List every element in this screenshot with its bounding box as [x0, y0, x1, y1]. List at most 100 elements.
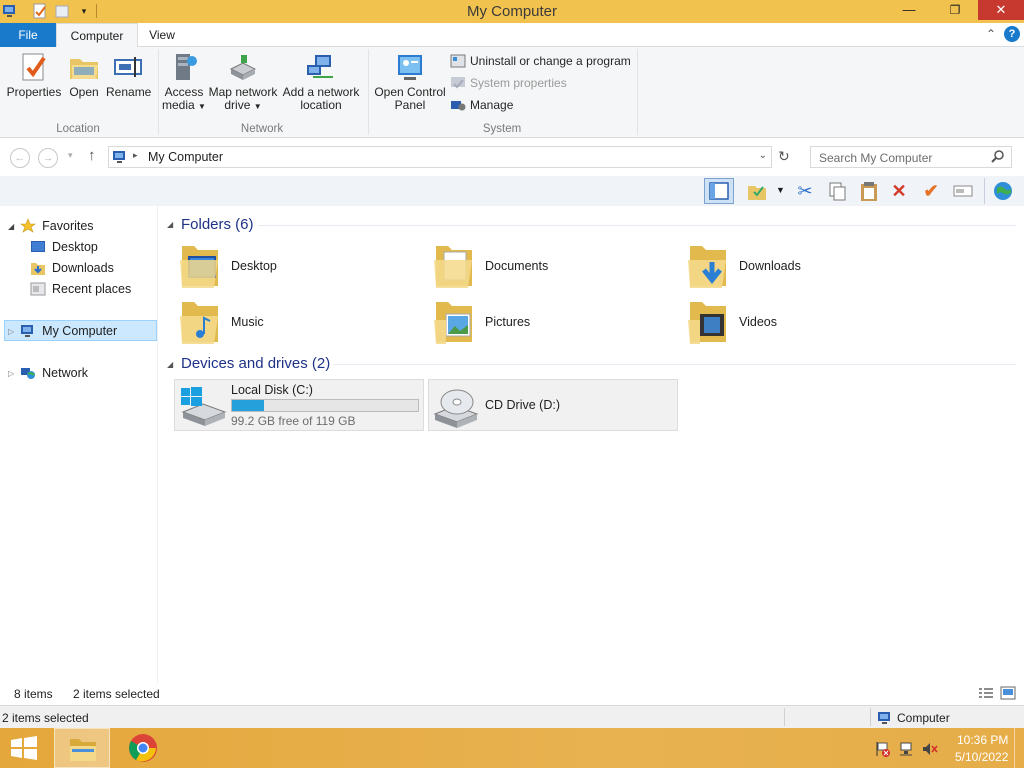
computer-icon — [877, 710, 893, 726]
system-properties-button[interactable]: System properties — [450, 75, 567, 91]
restore-button[interactable]: ❐ — [932, 0, 978, 20]
network-label: Network — [42, 366, 88, 380]
rename-toolbar-icon[interactable] — [952, 180, 974, 202]
search-input[interactable]: Search My Computer — [819, 151, 932, 165]
up-button[interactable]: ↑ — [88, 147, 96, 164]
network-group-label: Network — [240, 123, 284, 135]
access-media-label-2-row: media ▼ — [162, 99, 206, 113]
paste-icon[interactable] — [858, 180, 880, 202]
folder-downloads[interactable]: Downloads — [684, 240, 924, 290]
check-icon[interactable]: ✔ — [920, 180, 942, 202]
open-button[interactable]: Open — [64, 51, 104, 99]
start-button[interactable] — [10, 736, 38, 760]
show-desktop-button[interactable] — [1014, 728, 1024, 768]
network-status-icon[interactable] — [898, 741, 914, 757]
title-bar: ▾ My Computer — ❐ ✕ — [0, 0, 1024, 23]
tab-view[interactable]: View — [138, 23, 186, 47]
toolbar-dropdown-icon[interactable]: ▼ — [776, 185, 785, 195]
breadcrumb-chevron-icon[interactable]: ▸ — [133, 150, 138, 161]
access-media-button[interactable]: Access media ▼ — [162, 51, 206, 113]
forward-button[interactable]: → — [38, 148, 58, 168]
tab-file[interactable]: File — [0, 23, 56, 47]
ribbon-separator — [637, 49, 638, 135]
tab-computer[interactable]: Computer — [56, 23, 138, 48]
address-box[interactable]: ▸ My Computer ⌄ — [108, 146, 772, 168]
copy-icon[interactable] — [826, 180, 848, 202]
properties-button[interactable]: Properties — [6, 51, 62, 99]
taskbar-file-explorer[interactable] — [54, 728, 110, 768]
taskbar-chrome[interactable] — [128, 733, 158, 763]
recent-places-icon — [30, 281, 46, 297]
drive-name: CD Drive (D:) — [485, 398, 560, 412]
status-zone-label: Computer — [897, 711, 950, 725]
add-network-location-button[interactable]: Add a network location — [281, 51, 361, 112]
folders-group-header[interactable]: Folders (6) — [181, 216, 254, 233]
large-icons-view-icon[interactable] — [1000, 686, 1016, 700]
delete-icon[interactable]: ✕ — [888, 180, 910, 202]
refresh-icon[interactable]: ↻ — [778, 148, 790, 165]
pane-splitter[interactable] — [157, 206, 158, 683]
folder-music[interactable]: Music — [176, 296, 416, 346]
nav-my-computer[interactable]: ▷ My Computer — [8, 323, 117, 339]
globe-icon[interactable] — [992, 180, 1014, 202]
computer-icon — [20, 323, 36, 339]
rename-button[interactable]: Rename — [106, 51, 152, 99]
manage-label: Manage — [470, 98, 514, 112]
properties-icon — [18, 51, 50, 83]
manage-button[interactable]: Manage — [450, 97, 513, 113]
uninstall-program-button[interactable]: Uninstall or change a program — [450, 53, 631, 69]
minimize-button[interactable]: — — [886, 0, 932, 20]
properties-label: Properties — [6, 85, 62, 99]
media-server-icon — [168, 51, 200, 83]
folder-documents[interactable]: Documents — [430, 240, 670, 290]
expand-arrow-icon[interactable]: ▷ — [8, 369, 14, 378]
open-folder-icon — [68, 51, 100, 83]
address-dropdown-icon[interactable]: ⌄ — [759, 150, 767, 161]
drive-free-space: 99.2 GB free of 119 GB — [231, 414, 356, 428]
desktop-folder-icon — [180, 246, 218, 288]
expand-arrow-icon[interactable]: ◢ — [8, 222, 14, 231]
control-panel-icon — [394, 51, 426, 83]
action-center-flag-icon[interactable] — [874, 741, 890, 757]
details-view-icon[interactable] — [978, 686, 994, 700]
access-media-label-2: media — [162, 98, 195, 112]
back-button[interactable]: ← — [10, 148, 30, 168]
volume-muted-icon[interactable] — [921, 741, 939, 757]
recent-locations-icon[interactable]: ▾ — [68, 150, 73, 161]
map-network-drive-button[interactable]: Map network drive ▼ — [208, 51, 278, 113]
ribbon: Properties Open Rename Location Access m… — [0, 47, 1024, 138]
drive-cd-d[interactable]: CD Drive (D:) — [428, 379, 678, 431]
nav-desktop[interactable]: Desktop — [30, 239, 98, 255]
selected-count: 2 items selected — [73, 687, 160, 701]
open-control-panel-button[interactable]: Open Control Panel — [372, 51, 448, 112]
preview-pane-button[interactable] — [704, 178, 734, 204]
folder-pictures[interactable]: Pictures — [430, 296, 670, 346]
help-icon[interactable]: ? — [1004, 26, 1020, 42]
collapse-group-icon[interactable]: ◢ — [167, 360, 173, 369]
nav-favorites[interactable]: ◢ Favorites — [8, 218, 94, 234]
nav-network[interactable]: ▷ Network — [8, 365, 88, 381]
nav-recent-places[interactable]: Recent places — [30, 281, 131, 297]
windows-logo-icon — [11, 736, 37, 760]
folder-check-icon[interactable] — [746, 180, 768, 202]
breadcrumb-current[interactable]: My Computer — [148, 150, 223, 164]
search-icon[interactable] — [991, 149, 1005, 163]
clock-time[interactable]: 10:36 PM — [957, 733, 1008, 747]
expand-arrow-icon[interactable]: ▷ — [8, 327, 14, 336]
devices-group-header[interactable]: Devices and drives (2) — [181, 355, 330, 372]
group-divider — [333, 364, 1016, 365]
cut-icon[interactable]: ✂ — [794, 180, 816, 202]
item-count: 8 items — [14, 687, 53, 701]
collapse-group-icon[interactable]: ◢ — [167, 220, 173, 229]
clock-date[interactable]: 5/10/2022 — [955, 750, 1008, 764]
folder-desktop[interactable]: Desktop — [176, 240, 416, 290]
collapse-ribbon-icon[interactable]: ⌃ — [986, 27, 996, 41]
rename-label: Rename — [106, 85, 152, 99]
drive-local-disk-c[interactable]: Local Disk (C:) 99.2 GB free of 119 GB — [174, 379, 424, 431]
folder-videos[interactable]: Videos — [684, 296, 924, 346]
computer-icon — [112, 149, 128, 165]
close-button[interactable]: ✕ — [978, 0, 1024, 20]
nav-downloads[interactable]: Downloads — [30, 260, 114, 276]
search-box[interactable]: Search My Computer — [810, 146, 1012, 168]
downloads-icon — [30, 260, 46, 276]
